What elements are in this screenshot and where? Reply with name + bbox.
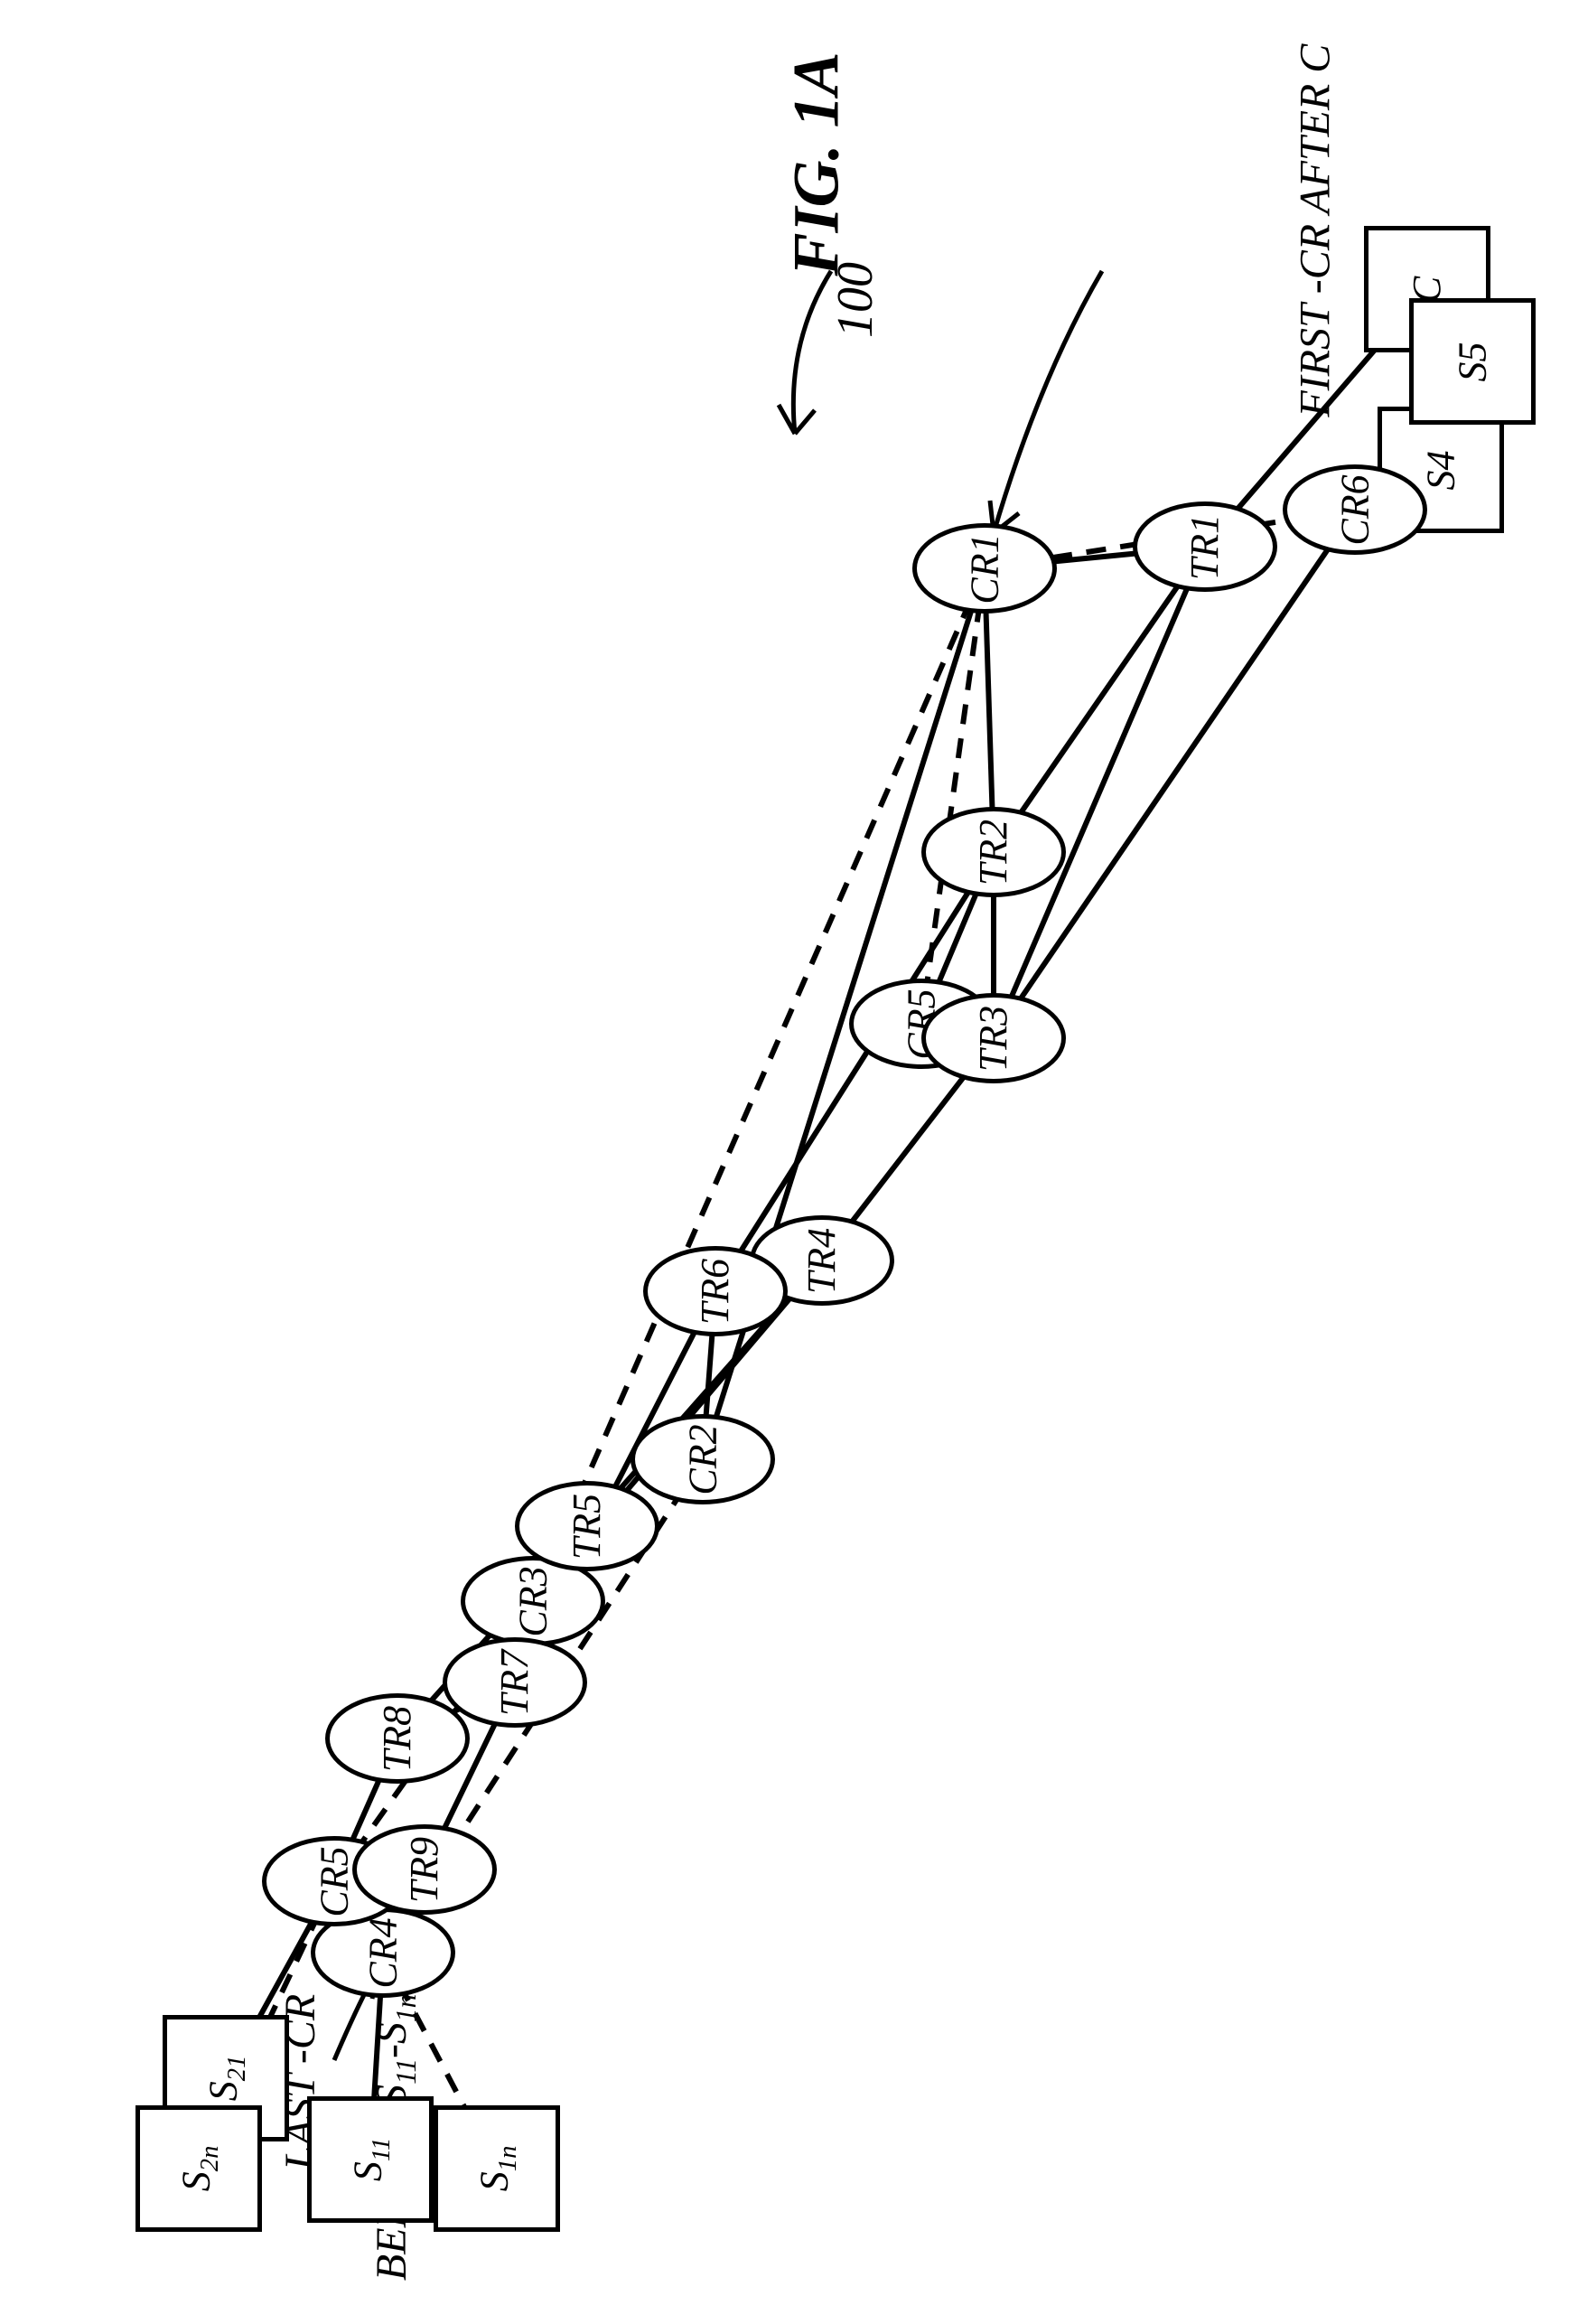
node-TR2: TR2 — [921, 807, 1066, 897]
node-TR6: TR6 — [643, 1246, 788, 1336]
node-TR7: TR7 — [443, 1637, 587, 1728]
node-TR9: TR9 — [352, 1824, 497, 1915]
node-S5: S5 — [1409, 298, 1536, 425]
callout-first-cr: FIRST -CR AFTER C — [1293, 44, 1338, 417]
figure-title: FIG. 1A — [780, 52, 855, 276]
node-TR1: TR1 — [1133, 501, 1277, 592]
node-S11: S11 — [307, 2096, 434, 2223]
node-CR2: CR2 — [631, 1414, 775, 1504]
node-CR6: CR6 — [1283, 464, 1427, 555]
node-TR5: TR5 — [515, 1481, 659, 1571]
node-CR1: CR1 — [912, 523, 1057, 614]
node-S2n: S2n — [135, 2105, 262, 2232]
node-S1n: S1n — [434, 2105, 560, 2232]
node-TR3: TR3 — [921, 993, 1066, 1083]
figure-refnum: 100 — [827, 262, 884, 338]
node-TR8: TR8 — [325, 1693, 470, 1784]
